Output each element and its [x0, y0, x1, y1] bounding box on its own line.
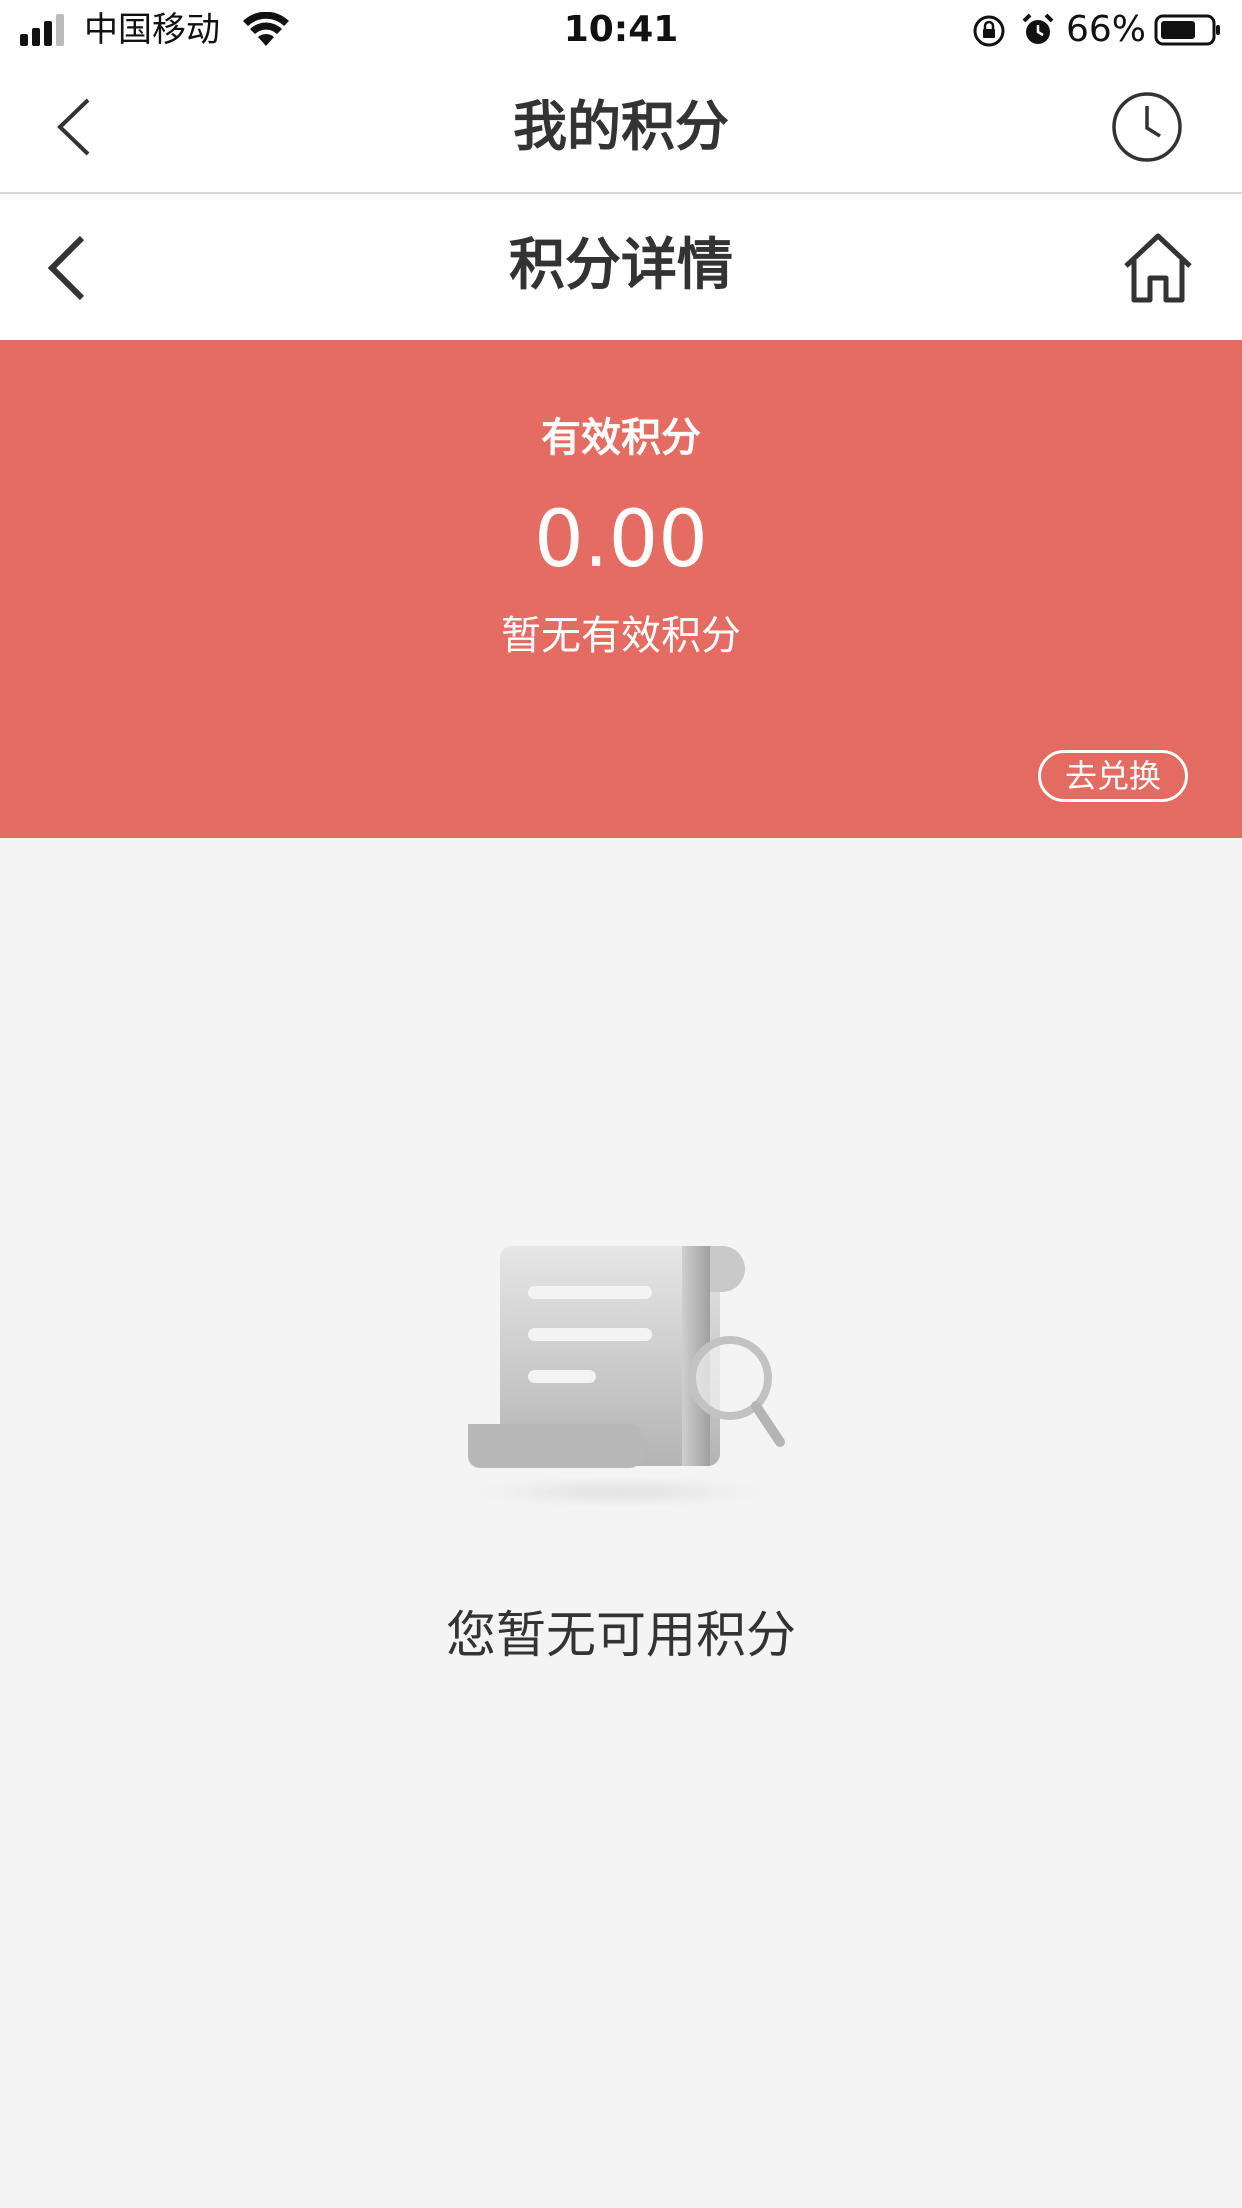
valid-points-label: 有效积分 [541, 415, 701, 461]
battery-icon [1154, 14, 1220, 46]
app-header-title: 我的积分 [513, 95, 729, 158]
battery-percent: 66% [1066, 9, 1147, 50]
app-header: 我的积分 [0, 62, 1242, 194]
valid-points-value: 0.00 [534, 495, 708, 585]
points-banner: 有效积分 0.00 暂无有效积分 去兑换 [0, 340, 1242, 838]
status-bar: 中国移动 10:41 66% [0, 0, 1242, 62]
empty-receipt-search-icon [468, 1246, 785, 1508]
orientation-lock-icon [973, 15, 1005, 47]
page-header: 积分详情 [0, 194, 1242, 340]
page-title: 积分详情 [509, 233, 733, 298]
valid-points-note: 暂无有效积分 [501, 613, 741, 659]
history-clock-icon[interactable] [1110, 90, 1184, 164]
empty-state-message: 您暂无可用积分 [446, 1606, 796, 1664]
home-icon[interactable] [1120, 230, 1196, 304]
alarm-icon [1022, 13, 1054, 44]
exchange-button[interactable]: 去兑换 [1038, 750, 1188, 802]
